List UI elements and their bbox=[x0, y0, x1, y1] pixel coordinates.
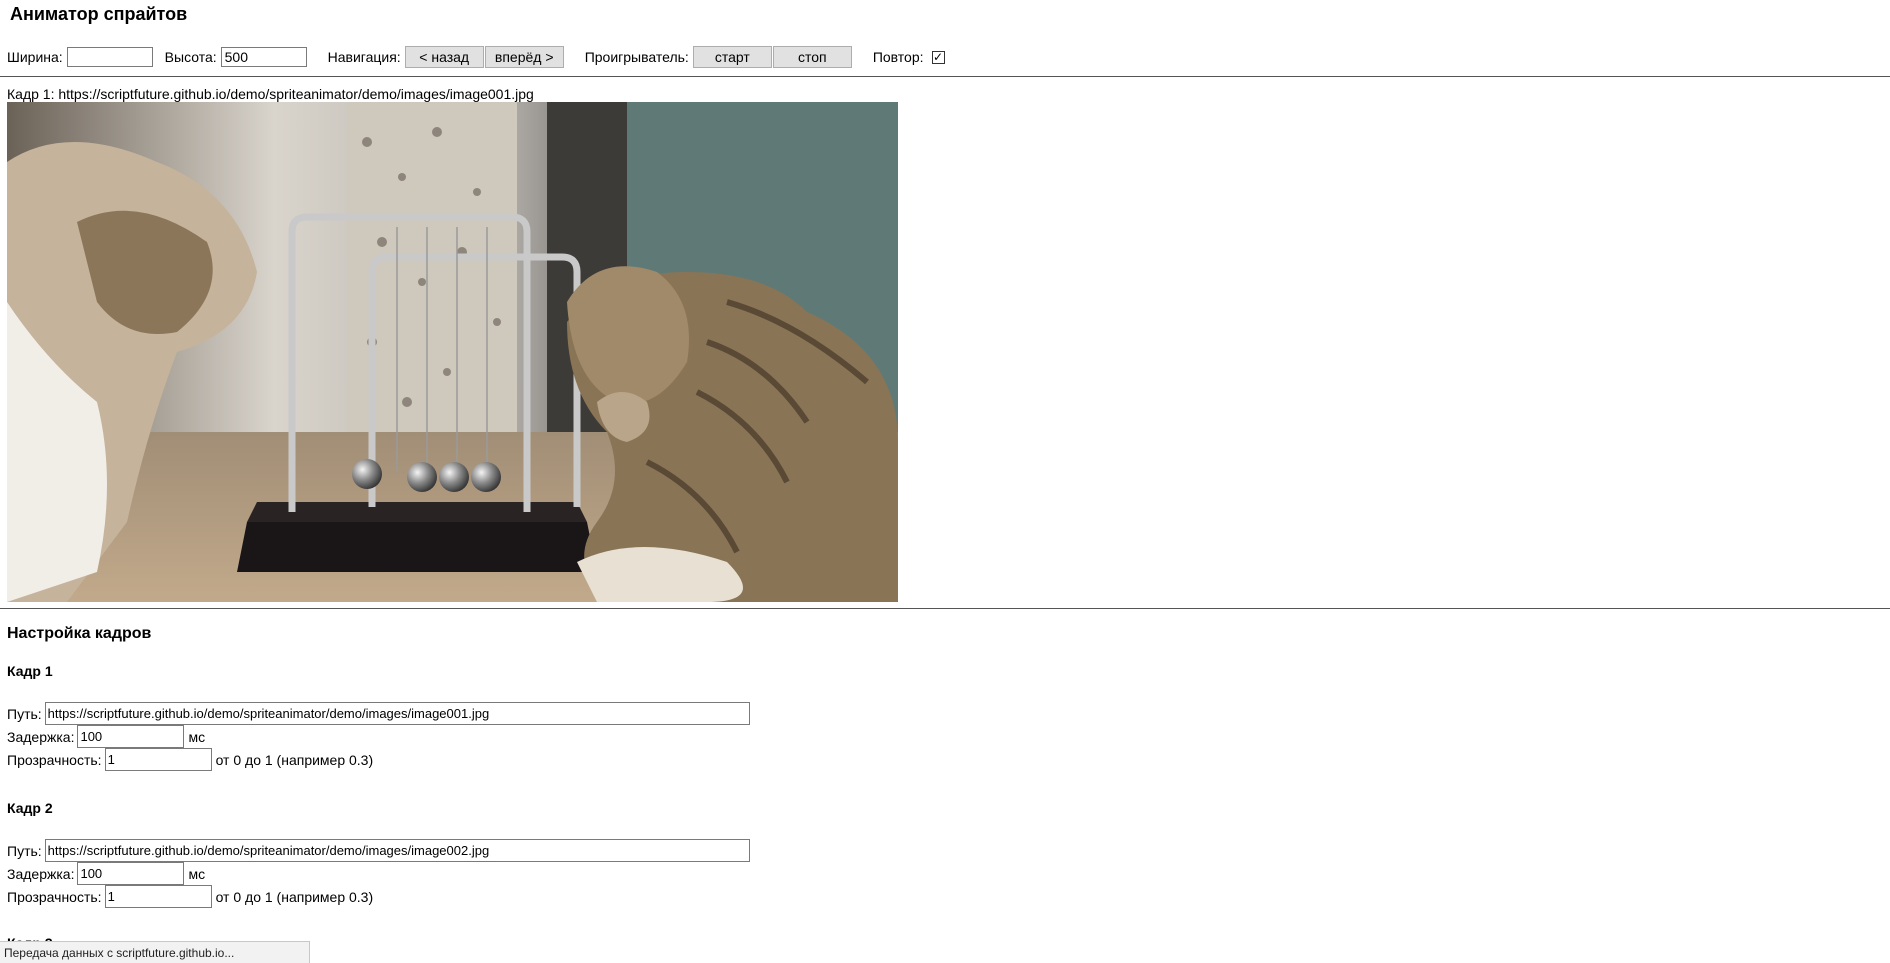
back-button[interactable]: < назад bbox=[404, 46, 484, 68]
frame-1-opacity-input[interactable] bbox=[104, 748, 212, 771]
navigation-label: Навигация: bbox=[327, 49, 401, 65]
height-input[interactable] bbox=[220, 47, 307, 67]
player-label: Проигрыватель: bbox=[584, 49, 689, 65]
checkmark-icon: ✓ bbox=[932, 50, 944, 64]
frame-2-path-input[interactable] bbox=[44, 839, 750, 862]
top-divider bbox=[0, 76, 1890, 77]
frame-1-path-input[interactable] bbox=[44, 702, 750, 725]
opacity-hint: от 0 до 1 (например 0.3) bbox=[215, 751, 374, 768]
width-label: Ширина: bbox=[7, 49, 63, 65]
page-title: Аниматор спрайтов bbox=[10, 4, 188, 24]
frame-1-title: Кадр 1 bbox=[7, 663, 53, 679]
frame-2-path-row: Путь: bbox=[7, 839, 754, 862]
frame-2-delay-input[interactable] bbox=[77, 862, 185, 885]
toolbar: Ширина: Высота: Навигация: < назад вперё… bbox=[7, 46, 945, 68]
frame-1-delay-input[interactable] bbox=[77, 725, 185, 748]
delay-unit: мс bbox=[188, 728, 206, 745]
frame-1-delay-row: Задержка: мс bbox=[7, 725, 205, 748]
delay-unit: мс bbox=[188, 865, 206, 882]
delay-label: Задержка: bbox=[7, 728, 75, 745]
width-input[interactable] bbox=[66, 47, 153, 67]
repeat-checkbox[interactable]: ✓ bbox=[931, 50, 945, 64]
frames-settings-title: Настройка кадров bbox=[7, 625, 152, 642]
middle-divider bbox=[0, 608, 1890, 609]
frame-2-opacity-input[interactable] bbox=[104, 885, 212, 908]
frame-2-opacity-row: Прозрачность: от 0 до 1 (например 0.3) bbox=[7, 885, 373, 908]
delay-label: Задержка: bbox=[7, 865, 75, 882]
frame-1-opacity-row: Прозрачность: от 0 до 1 (например 0.3) bbox=[7, 748, 373, 771]
start-button[interactable]: старт bbox=[692, 46, 772, 68]
opacity-hint: от 0 до 1 (например 0.3) bbox=[215, 888, 374, 905]
path-label: Путь: bbox=[7, 842, 42, 859]
repeat-label: Повтор: bbox=[872, 49, 924, 65]
frame-2-title: Кадр 2 bbox=[7, 800, 53, 816]
browser-status-bar: Передача данных с scriptfuture.github.io… bbox=[0, 941, 310, 963]
height-label: Высота: bbox=[164, 49, 217, 65]
stop-button[interactable]: стоп bbox=[772, 46, 852, 68]
opacity-label: Прозрачность: bbox=[7, 888, 102, 905]
frame-2-delay-row: Задержка: мс bbox=[7, 862, 205, 885]
opacity-label: Прозрачность: bbox=[7, 751, 102, 768]
kittens-newtons-cradle-photo-icon bbox=[7, 102, 898, 602]
path-label: Путь: bbox=[7, 705, 42, 722]
forward-button[interactable]: вперёд > bbox=[484, 46, 564, 68]
frame-1-path-row: Путь: bbox=[7, 702, 754, 725]
frame-preview-image bbox=[7, 102, 898, 602]
current-frame-caption: Кадр 1: https://scriptfuture.github.io/d… bbox=[7, 86, 534, 102]
